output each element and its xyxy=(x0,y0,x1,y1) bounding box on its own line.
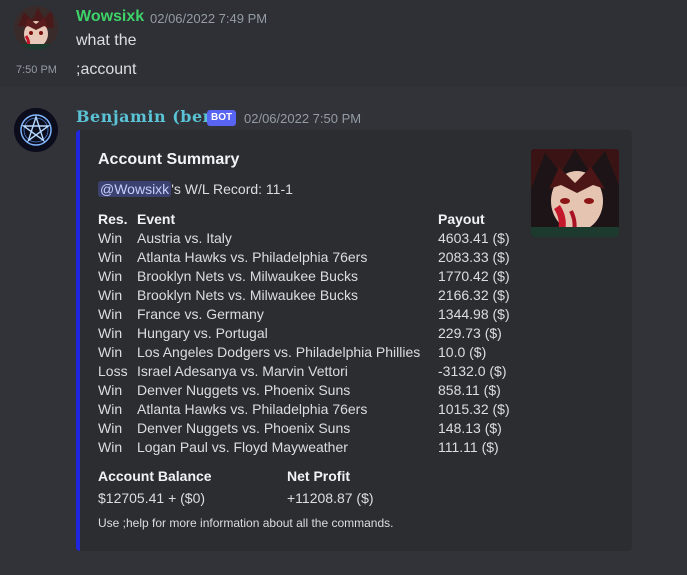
cell-payout: 10.0 ($) xyxy=(438,344,487,360)
cell-payout: 1344.98 ($) xyxy=(438,306,510,322)
cell-result: Win xyxy=(98,306,123,322)
account-balance-value: $12705.41 + ($0) xyxy=(98,490,206,506)
bot-message-timestamp: 02/06/2022 7:50 PM xyxy=(244,111,362,126)
cell-payout: 1770.42 ($) xyxy=(438,268,510,284)
cell-result: Loss xyxy=(98,363,128,379)
cell-payout: 4603.41 ($) xyxy=(438,230,510,246)
cell-result: Win xyxy=(98,382,123,398)
hover-timestamp: 7:50 PM xyxy=(16,64,57,76)
cell-result: Win xyxy=(98,401,123,417)
embed-title: Account Summary xyxy=(98,151,240,168)
cell-payout: 2083.33 ($) xyxy=(438,249,510,265)
cell-event: Brooklyn Nets vs. Milwaukee Bucks xyxy=(137,287,358,303)
bot-badge: BOT xyxy=(207,110,237,126)
cell-result: Win xyxy=(98,325,123,341)
cell-event: Los Angeles Dodgers vs. Philadelphia Phi… xyxy=(137,344,421,360)
cell-result: Win xyxy=(98,420,123,436)
anime-character-avatar-icon xyxy=(14,6,58,50)
account-balance-label: Account Balance xyxy=(98,468,212,484)
embed-footer: Use ;help for more information about all… xyxy=(98,516,394,530)
cell-payout: 858.11 ($) xyxy=(438,382,501,398)
cell-payout: 111.11 ($) xyxy=(438,439,499,455)
account-summary-embed: Account Summary @Wowsixk's W/L Record: 1… xyxy=(76,130,632,551)
cell-event: Brooklyn Nets vs. Milwaukee Bucks xyxy=(137,268,358,284)
cell-payout: -3132.0 ($) xyxy=(438,363,507,379)
header-payout: Payout xyxy=(438,211,485,227)
cell-event: Hungary vs. Portugal xyxy=(137,325,268,341)
wl-record: @Wowsixk's W/L Record: 11-1 xyxy=(98,181,293,197)
cell-result: Win xyxy=(98,249,123,265)
cell-result: Win xyxy=(98,439,123,455)
net-profit-value: +11208.87 ($) xyxy=(287,490,374,506)
cell-event: Logan Paul vs. Floyd Mayweather xyxy=(137,439,348,455)
cell-result: Win xyxy=(98,287,123,303)
cell-result: Win xyxy=(98,230,123,246)
net-profit-label: Net Profit xyxy=(287,468,350,484)
cell-event: Atlanta Hawks vs. Philadelphia 76ers xyxy=(137,249,368,265)
header-result: Res. xyxy=(98,211,128,227)
cell-payout: 229.73 ($) xyxy=(438,325,502,341)
pentagram-avatar-icon xyxy=(14,108,58,152)
bot-avatar[interactable] xyxy=(14,108,58,152)
cell-result: Win xyxy=(98,268,123,284)
header-event: Event xyxy=(137,211,176,227)
cell-event: Israel Adesanya vs. Marvin Vettori xyxy=(137,363,348,379)
message-timestamp: 02/06/2022 7:49 PM xyxy=(150,11,268,26)
cell-event: Atlanta Hawks vs. Philadelphia 76ers xyxy=(137,401,368,417)
cell-event: France vs. Germany xyxy=(137,306,264,322)
username-wowsixk[interactable]: Wowsixk xyxy=(76,8,144,26)
cell-payout: 1015.32 ($) xyxy=(438,401,510,417)
cell-event: Denver Nuggets vs. Phoenix Suns xyxy=(137,420,351,436)
cell-event: Austria vs. Italy xyxy=(137,230,232,246)
cell-payout: 148.13 ($) xyxy=(438,420,502,436)
embed-thumbnail[interactable] xyxy=(531,149,619,237)
message-text: what the xyxy=(76,32,137,49)
user-mention[interactable]: @Wowsixk xyxy=(98,181,172,197)
anime-character-thumbnail-icon xyxy=(531,149,619,237)
message-text-command: ;account xyxy=(76,61,137,78)
username-bot[interactable]: Benjamin (ben) xyxy=(76,107,223,126)
cell-result: Win xyxy=(98,344,123,360)
wl-record-text: 's W/L Record: 11-1 xyxy=(171,181,293,197)
cell-event: Denver Nuggets vs. Phoenix Suns xyxy=(137,382,351,398)
user-avatar[interactable] xyxy=(14,6,58,50)
cell-payout: 2166.32 ($) xyxy=(438,287,510,303)
